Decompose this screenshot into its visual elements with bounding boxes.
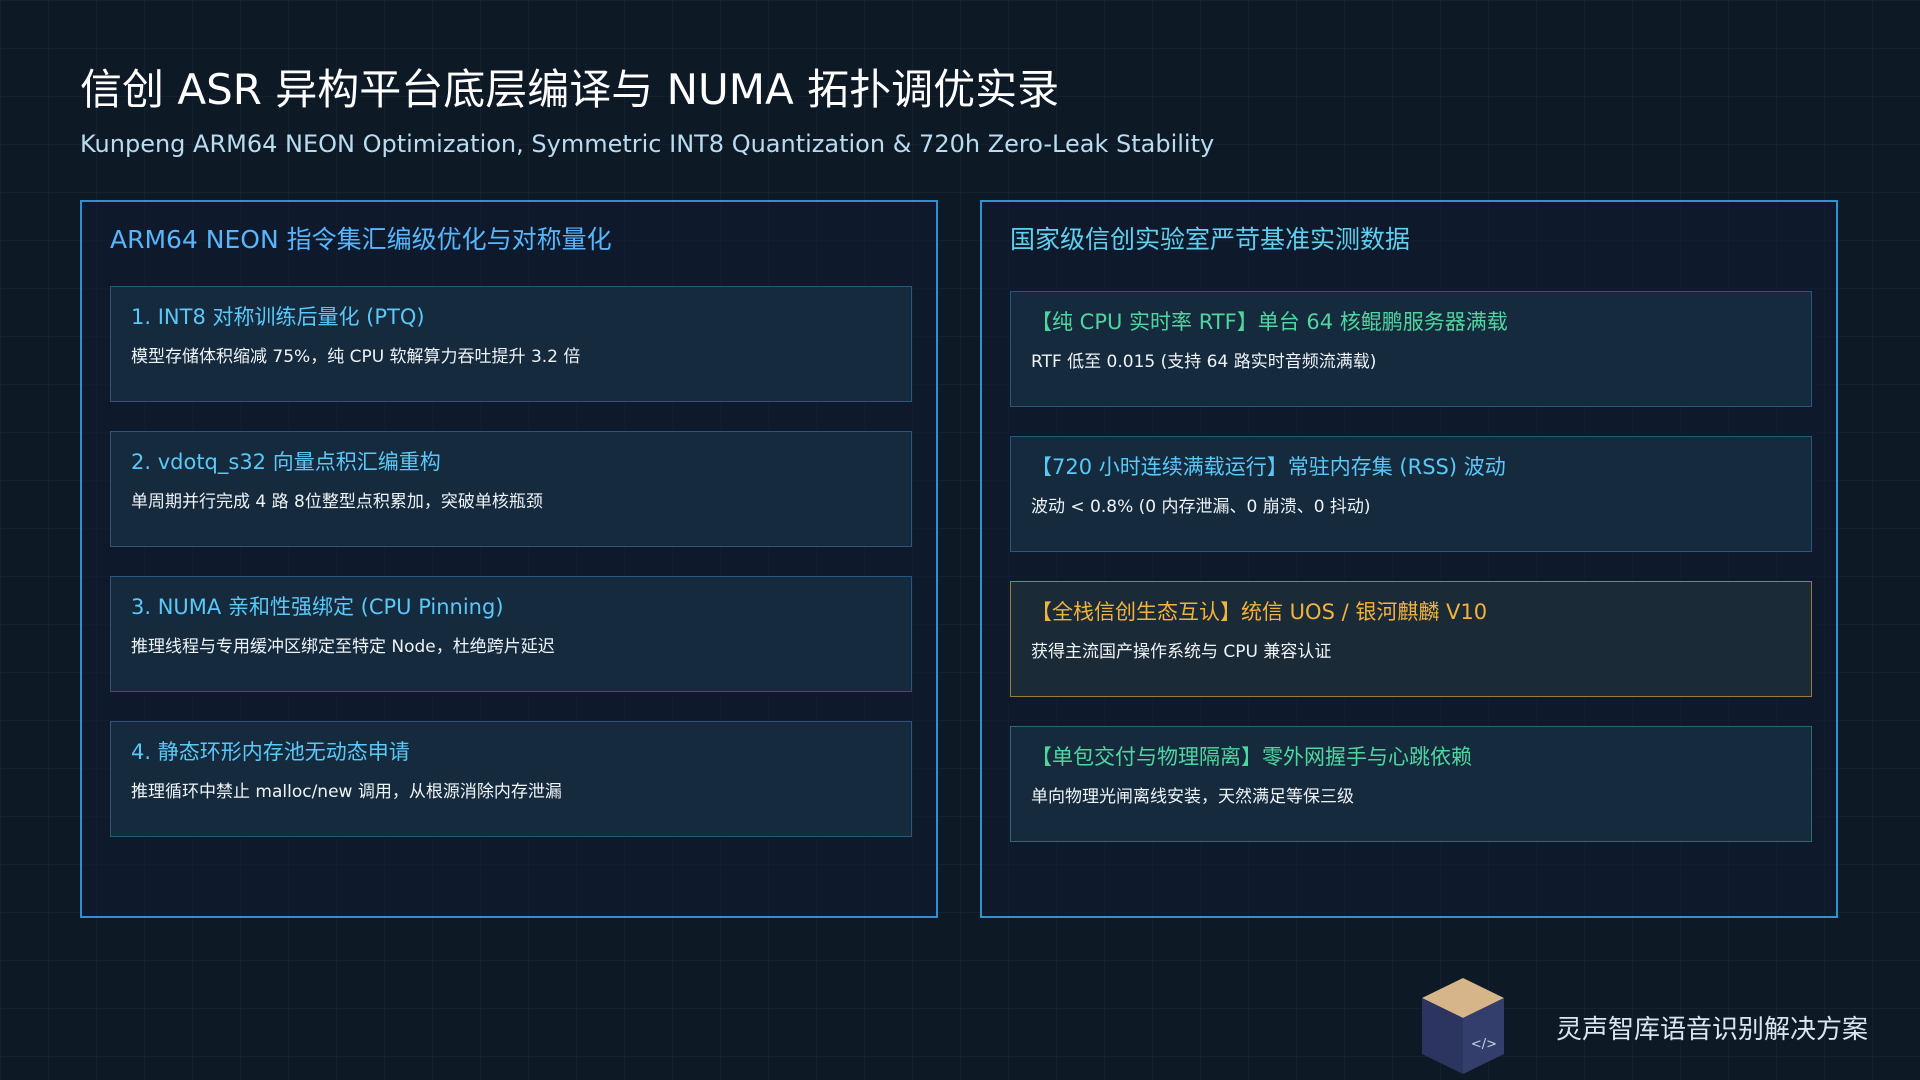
page-header: 信创 ASR 异构平台底层编译与 NUMA 拓扑调优实录 Kunpeng ARM…	[80, 62, 1860, 160]
optimization-card-ptq: 1. INT8 对称训练后量化 (PTQ) 模型存储体积缩减 75%，纯 CPU…	[110, 286, 912, 402]
optimization-panel-title: ARM64 NEON 指令集汇编级优化与对称量化	[110, 225, 612, 254]
optimization-card-vdotq: 2. vdotq_s32 向量点积汇编重构 单周期并行完成 4 路 8位整型点积…	[110, 431, 912, 547]
benchmark-panel-title: 国家级信创实验室严苛基准实测数据	[1010, 225, 1411, 254]
benchmark-panel: 国家级信创实验室严苛基准实测数据 【纯 CPU 实时率 RTF】单台 64 核鲲…	[980, 200, 1838, 918]
card-title: 【纯 CPU 实时率 RTF】单台 64 核鲲鹏服务器满载	[1031, 310, 1508, 334]
benchmark-card-rss: 【720 小时连续满载运行】常驻内存集 (RSS) 波动 波动 < 0.8% (…	[1010, 436, 1812, 552]
card-desc: 模型存储体积缩减 75%，纯 CPU 软解算力吞吐提升 3.2 倍	[131, 347, 581, 367]
page-subtitle: Kunpeng ARM64 NEON Optimization, Symmetr…	[80, 130, 1215, 158]
card-desc: 获得主流国产操作系统与 CPU 兼容认证	[1031, 642, 1332, 662]
card-desc: 推理线程与专用缓冲区绑定至特定 Node，杜绝跨片延迟	[131, 637, 555, 657]
card-desc: 单向物理光闸离线安装，天然满足等保三级	[1031, 787, 1354, 807]
logo-glyph: </>	[1471, 1037, 1497, 1052]
card-title: 【全栈信创生态互认】统信 UOS / 银河麒麟 V10	[1031, 600, 1488, 624]
card-desc: 推理循环中禁止 malloc/new 调用，从根源消除内存泄漏	[131, 782, 562, 802]
card-title: 【单包交付与物理隔离】零外网握手与心跳依赖	[1031, 745, 1472, 769]
card-title: 1. INT8 对称训练后量化 (PTQ)	[131, 305, 425, 329]
card-desc: 波动 < 0.8% (0 内存泄漏、0 崩溃、0 抖动)	[1031, 497, 1371, 517]
card-desc: 单周期并行完成 4 路 8位整型点积累加，突破单核瓶颈	[131, 492, 543, 512]
benchmark-card-rtf: 【纯 CPU 实时率 RTF】单台 64 核鲲鹏服务器满载 RTF 低至 0.0…	[1010, 291, 1812, 407]
optimization-card-numa: 3. NUMA 亲和性强绑定 (CPU Pinning) 推理线程与专用缓冲区绑…	[110, 576, 912, 692]
benchmark-card-ecosystem: 【全栈信创生态互认】统信 UOS / 银河麒麟 V10 获得主流国产操作系统与 …	[1010, 581, 1812, 697]
card-title: 4. 静态环形内存池无动态申请	[131, 740, 410, 764]
optimization-card-memory-pool: 4. 静态环形内存池无动态申请 推理循环中禁止 malloc/new 调用，从根…	[110, 721, 912, 837]
benchmark-card-isolation: 【单包交付与物理隔离】零外网握手与心跳依赖 单向物理光闸离线安装，天然满足等保三…	[1010, 726, 1812, 842]
page-title: 信创 ASR 异构平台底层编译与 NUMA 拓扑调优实录	[80, 65, 1060, 114]
optimization-panel: ARM64 NEON 指令集汇编级优化与对称量化 1. INT8 对称训练后量化…	[80, 200, 938, 918]
code-cube-icon: </>	[1418, 976, 1508, 1076]
card-desc: RTF 低至 0.015 (支持 64 路实时音频流满载)	[1031, 352, 1377, 372]
card-title: 2. vdotq_s32 向量点积汇编重构	[131, 450, 441, 474]
card-title: 【720 小时连续满载运行】常驻内存集 (RSS) 波动	[1031, 455, 1506, 479]
card-title: 3. NUMA 亲和性强绑定 (CPU Pinning)	[131, 595, 504, 619]
brand-name: 灵声智库语音识别解决方案	[1556, 1015, 1869, 1045]
